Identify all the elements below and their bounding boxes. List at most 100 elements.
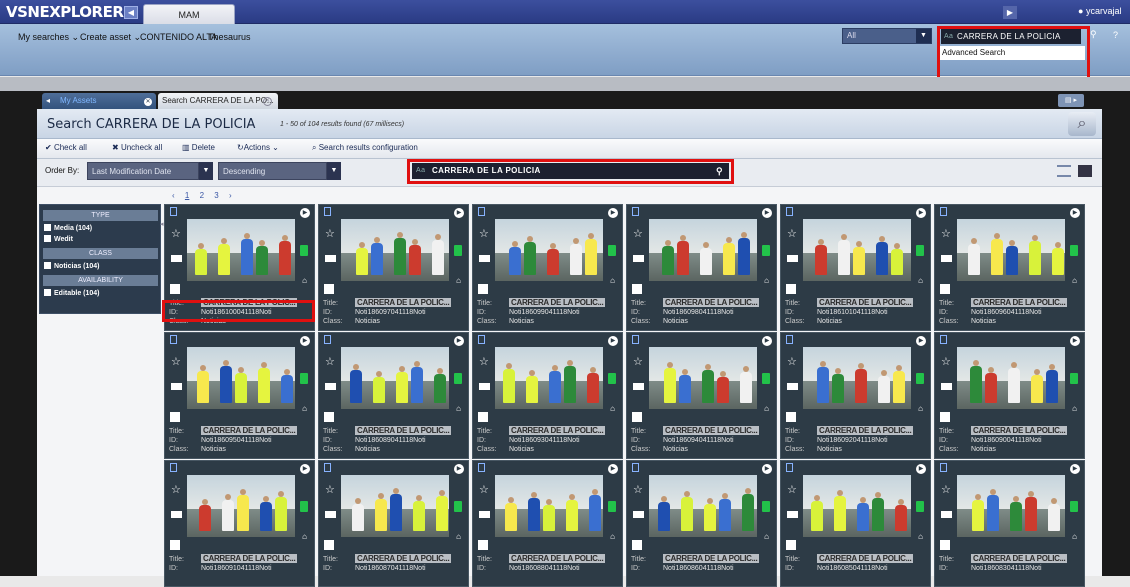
archive-icon[interactable]: ⌂ — [764, 276, 769, 285]
status-stack-icon[interactable] — [300, 373, 308, 384]
bookmark-icon[interactable] — [170, 463, 177, 472]
select-checkbox[interactable] — [478, 284, 488, 294]
star-icon[interactable]: ☆ — [633, 483, 643, 496]
bookmark-icon[interactable] — [632, 207, 639, 216]
play-icon[interactable]: ▶ — [916, 336, 926, 346]
bookmark-icon[interactable] — [632, 335, 639, 344]
bookmark-icon[interactable] — [786, 207, 793, 216]
archive-icon[interactable]: ⌂ — [610, 532, 615, 541]
result-card[interactable]: ▶ ☆ ⌂ Title: CARRERA DE LA POLIC... ID: Noti18… — [318, 204, 469, 331]
archive-icon[interactable]: ⌂ — [1072, 404, 1077, 413]
result-card[interactable]: ▶ ☆ ⌂ Title: CARRERA DE LA POLIC... ID: Noti18… — [472, 204, 623, 331]
star-icon[interactable]: ☆ — [171, 483, 181, 496]
star-icon[interactable]: ☆ — [633, 355, 643, 368]
checkbox[interactable] — [44, 235, 51, 242]
bookmark-icon[interactable] — [324, 207, 331, 216]
star-icon[interactable]: ☆ — [941, 483, 951, 496]
play-icon[interactable]: ▶ — [1070, 336, 1080, 346]
play-icon[interactable]: ▶ — [762, 336, 772, 346]
checkbox[interactable] — [44, 224, 51, 231]
archive-icon[interactable]: ⌂ — [302, 404, 307, 413]
asset-thumbnail[interactable] — [495, 475, 603, 537]
result-card[interactable]: ▶ ☆ ⌂ Title: CARRERA DE LA POLIC... ID: Noti18… — [626, 204, 777, 331]
close-icon[interactable]: ✕ — [263, 97, 272, 106]
film-icon[interactable] — [171, 509, 182, 518]
select-checkbox[interactable] — [170, 284, 180, 294]
status-stack-icon[interactable] — [916, 373, 924, 384]
play-icon[interactable]: ▶ — [762, 208, 772, 218]
bookmark-icon[interactable] — [324, 335, 331, 344]
user-menu[interactable]: ● ycarvajal — [1078, 6, 1121, 16]
status-stack-icon[interactable] — [1070, 245, 1078, 256]
archive-icon[interactable]: ⌂ — [918, 276, 923, 285]
bookmark-icon[interactable] — [940, 335, 947, 344]
result-card[interactable]: ▶ ☆ ⌂ Title: CARRERA DE LA POLIC... ID: Noti18… — [626, 460, 777, 587]
tab-search-results[interactable]: Search CARRERA DE LA PO... ✕ — [158, 93, 278, 109]
star-icon[interactable]: ☆ — [171, 227, 181, 240]
prev-page-icon[interactable]: ‹ — [172, 191, 175, 200]
page-link[interactable]: 1 — [185, 191, 189, 200]
play-icon[interactable]: ▶ — [608, 464, 618, 474]
archive-icon[interactable]: ⌂ — [610, 276, 615, 285]
film-icon[interactable] — [633, 381, 644, 390]
result-card[interactable]: ▶ ☆ ⌂ Title: CARRERA DE LA POLIC... ID: Noti18… — [472, 332, 623, 459]
collapse-sidebar-icon[interactable]: ◂ — [160, 220, 164, 228]
result-card[interactable]: ▶ ☆ ⌂ Title: CARRERA DE LA POLIC... ID: Noti18… — [164, 332, 315, 459]
asset-thumbnail[interactable] — [187, 347, 295, 409]
asset-thumbnail[interactable] — [649, 475, 757, 537]
panel-options-button[interactable]: ▤ ▸ — [1058, 94, 1084, 107]
film-icon[interactable] — [325, 509, 336, 518]
next-page-icon[interactable]: › — [229, 191, 232, 200]
status-stack-icon[interactable] — [1070, 373, 1078, 384]
close-icon[interactable]: ✕ — [144, 98, 152, 106]
status-stack-icon[interactable] — [608, 501, 616, 512]
bookmark-icon[interactable] — [940, 463, 947, 472]
select-checkbox[interactable] — [940, 284, 950, 294]
select-checkbox[interactable] — [324, 284, 334, 294]
select-checkbox[interactable] — [786, 412, 796, 422]
filter-wedit[interactable]: Wedit — [44, 235, 73, 243]
select-checkbox[interactable] — [940, 540, 950, 550]
chevron-down-icon[interactable]: ▼ — [199, 162, 213, 180]
archive-icon[interactable]: ⌂ — [764, 532, 769, 541]
star-icon[interactable]: ☆ — [479, 227, 489, 240]
status-stack-icon[interactable] — [300, 501, 308, 512]
film-icon[interactable] — [787, 509, 798, 518]
play-icon[interactable]: ▶ — [300, 464, 310, 474]
play-icon[interactable]: ▶ — [608, 208, 618, 218]
status-stack-icon[interactable] — [762, 373, 770, 384]
play-icon[interactable]: ▶ — [916, 464, 926, 474]
select-checkbox[interactable] — [940, 412, 950, 422]
asset-thumbnail[interactable] — [957, 475, 1065, 537]
asset-thumbnail[interactable] — [341, 475, 449, 537]
help-icon[interactable]: ? — [1113, 30, 1118, 40]
asset-thumbnail[interactable] — [649, 347, 757, 409]
delete-button[interactable]: ▥ Delete — [182, 143, 215, 152]
play-icon[interactable]: ▶ — [300, 208, 310, 218]
bookmark-icon[interactable] — [478, 335, 485, 344]
order-direction-select[interactable]: Descending — [218, 162, 327, 180]
asset-thumbnail[interactable] — [495, 347, 603, 409]
page-link[interactable]: 3 — [214, 191, 218, 200]
filter-media[interactable]: Media (104) — [44, 224, 92, 232]
result-card[interactable]: ▶ ☆ ⌂ Title: CARRERA DE LA POLIC... ID: Noti18… — [164, 460, 315, 587]
chevron-down-icon[interactable]: ▼ — [916, 29, 931, 43]
status-stack-icon[interactable] — [608, 245, 616, 256]
status-stack-icon[interactable] — [454, 373, 462, 384]
grid-view-icon[interactable] — [1078, 165, 1092, 177]
select-checkbox[interactable] — [324, 412, 334, 422]
play-icon[interactable]: ▶ — [608, 336, 618, 346]
check-all-button[interactable]: ✔ Check all — [45, 143, 87, 152]
filter-noticias[interactable]: Noticias (104) — [44, 262, 100, 270]
expand-arrow-icon[interactable]: ▶ — [1003, 6, 1017, 19]
result-card[interactable]: ▶ ☆ ⌂ Title: CARRERA DE LA POLIC... ID: Noti18… — [472, 460, 623, 587]
archive-icon[interactable]: ⌂ — [456, 404, 461, 413]
bookmark-icon[interactable] — [786, 335, 793, 344]
bookmark-icon[interactable] — [478, 207, 485, 216]
chevron-down-icon[interactable]: ▼ — [327, 162, 341, 180]
archive-icon[interactable]: ⌂ — [456, 276, 461, 285]
checkbox[interactable] — [44, 289, 51, 296]
select-checkbox[interactable] — [632, 412, 642, 422]
asset-thumbnail[interactable] — [957, 219, 1065, 281]
status-stack-icon[interactable] — [1070, 501, 1078, 512]
